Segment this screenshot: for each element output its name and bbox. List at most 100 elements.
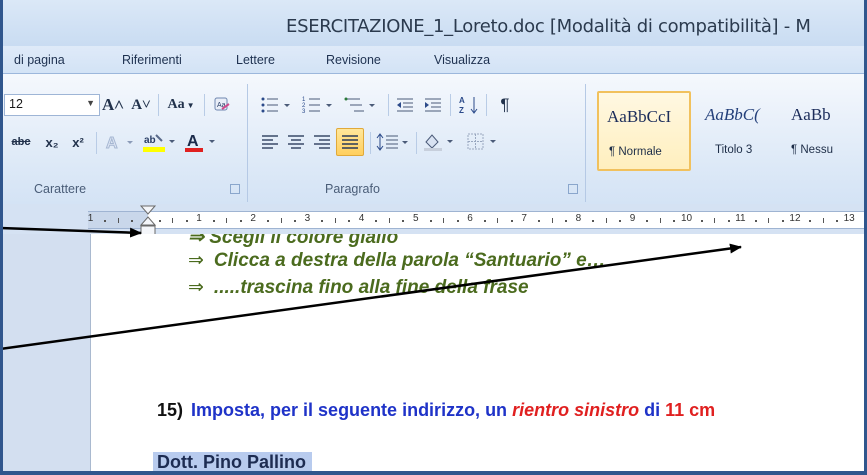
ruler-number: 2 <box>250 213 256 224</box>
style-name: ¶ Nessu <box>791 144 833 156</box>
bullet-list-icon <box>261 97 290 113</box>
ruler-number: 10 <box>681 213 693 224</box>
ruler-number: 1 <box>87 213 94 224</box>
ruler-tick <box>673 220 676 222</box>
ruler-tick <box>158 220 161 222</box>
borders-icon <box>467 133 496 150</box>
superscript-button[interactable]: x² <box>66 130 90 154</box>
align-right-button[interactable] <box>310 130 334 154</box>
left-indent-marker-icon[interactable] <box>140 205 156 237</box>
subscript-button[interactable]: x₂ <box>40 130 64 154</box>
ruler-number: 5 <box>413 213 419 224</box>
title-bar: ESERCITAZIONE_1_Loreto.doc [Modalità di … <box>0 0 867 46</box>
paragraph-dialog-launcher[interactable] <box>568 184 578 194</box>
svg-text:3: 3 <box>302 109 306 115</box>
shrink-font-button[interactable]: A˅ <box>128 93 154 117</box>
ruler-number: 3 <box>304 213 311 224</box>
font-color-button[interactable]: A <box>182 130 222 154</box>
decrease-indent-button[interactable] <box>392 93 418 117</box>
sort-button[interactable]: AZ <box>456 93 482 117</box>
tab-riferimenti[interactable]: Riferimenti <box>122 53 182 67</box>
text-effects-icon: A <box>106 135 133 152</box>
ruler-number: 7 <box>521 213 527 224</box>
font-separator <box>158 94 159 116</box>
borders-button[interactable] <box>464 130 504 154</box>
ruler-tick <box>619 220 622 222</box>
styles-gallery: AaBbCcI ¶ Normale AaBbC( Titolo 3 AaBb ¶… <box>597 91 867 173</box>
svg-text:A: A <box>106 135 118 152</box>
horizontal-ruler[interactable] <box>88 211 867 229</box>
ruler-tick <box>768 218 770 223</box>
ruler-tick <box>266 220 269 222</box>
align-left-button[interactable] <box>258 130 282 154</box>
decrease-indent-icon <box>397 98 413 112</box>
bullets-button[interactable] <box>258 93 298 117</box>
font-size-combo[interactable]: 12 ▼ <box>4 94 100 116</box>
highlight-button[interactable]: ab <box>140 130 180 154</box>
justify-icon <box>342 135 358 149</box>
multilevel-list-button[interactable] <box>342 93 382 117</box>
ruler-number: 9 <box>629 213 636 224</box>
text-effects-button[interactable]: A <box>102 130 138 154</box>
show-formatting-button[interactable]: ¶ <box>492 93 518 117</box>
line-spacing-icon <box>376 133 408 151</box>
clear-formatting-button[interactable]: Aa <box>210 93 234 117</box>
superscript-label: x² <box>72 134 84 150</box>
window-border <box>0 0 3 475</box>
ruler-tick <box>443 218 445 223</box>
ruler-tick <box>456 220 459 222</box>
exercise-number: 15) <box>157 400 184 420</box>
ruler-tick <box>131 220 134 222</box>
ruler-number: 6 <box>467 213 473 224</box>
justify-button[interactable] <box>336 128 364 156</box>
tab-layout-di-pagina[interactable]: di pagina <box>14 53 65 67</box>
align-center-icon <box>288 135 304 149</box>
grow-font-button[interactable]: A˄ <box>100 93 126 117</box>
tab-lettere[interactable]: Lettere <box>236 53 275 67</box>
line-spacing-button[interactable] <box>374 130 412 154</box>
window-border <box>0 471 867 475</box>
paragraph-separator <box>450 94 451 116</box>
change-case-button[interactable]: Aa ▼ <box>163 93 199 117</box>
ruler-number: 12 <box>789 213 801 224</box>
font-group-label: Carattere <box>34 182 87 196</box>
selected-address-line[interactable]: Dott. Pino Pallino <box>153 452 312 474</box>
ruler-tick <box>226 218 228 223</box>
font-dialog-launcher[interactable] <box>230 184 240 194</box>
ruler-tick <box>659 218 661 223</box>
ruler-tick <box>565 220 568 222</box>
ruler-tick <box>727 220 730 222</box>
word-screenshot: ESERCITAZIONE_1_Loreto.doc [Modalità di … <box>0 0 867 475</box>
window-title: ESERCITAZIONE_1_Loreto.doc [Modalità di … <box>286 16 811 37</box>
align-center-button[interactable] <box>284 130 308 154</box>
style-name: ¶ Normale <box>609 146 662 158</box>
tab-visualizza[interactable]: Visualizza <box>434 53 490 67</box>
ruler-tick <box>483 220 486 222</box>
style-normale[interactable]: AaBbCcI ¶ Normale <box>597 91 691 171</box>
style-titolo-3[interactable]: AaBbC( Titolo 3 <box>697 91 791 171</box>
ruler-tick <box>388 218 390 223</box>
exercise-instruction: 15) Imposta, per il seguente indirizzo, u… <box>157 400 715 421</box>
exercise-value: 11 cm <box>665 400 716 420</box>
paragraph-group-label: Paragrafo <box>325 182 380 196</box>
shrink-font-label: A˅ <box>131 96 151 113</box>
ruler-number: 4 <box>358 213 365 224</box>
ruler-tick <box>592 220 595 222</box>
highlighter-icon: ab <box>143 134 175 152</box>
increase-indent-button[interactable] <box>420 93 446 117</box>
tab-revisione[interactable]: Revisione <box>326 53 381 67</box>
ruler-tick <box>808 220 811 222</box>
svg-text:A: A <box>187 133 199 150</box>
ruler-tick <box>605 218 607 223</box>
numbering-button[interactable]: 123 <box>300 93 340 117</box>
style-nessuna-spaziatura[interactable]: AaBb ¶ Nessu <box>785 91 867 171</box>
paragraph-separator <box>370 132 371 154</box>
strikethrough-button[interactable]: abc <box>4 130 38 154</box>
svg-text:ab: ab <box>144 135 156 146</box>
ruler-tick <box>714 218 716 223</box>
chevron-down-icon: ▼ <box>186 100 195 110</box>
font-color-icon: A <box>185 133 215 152</box>
ruler-tick <box>375 220 378 222</box>
shading-button[interactable] <box>420 130 460 154</box>
instruction-text: Clicca a destra della parola “Santuario”… <box>213 250 606 271</box>
